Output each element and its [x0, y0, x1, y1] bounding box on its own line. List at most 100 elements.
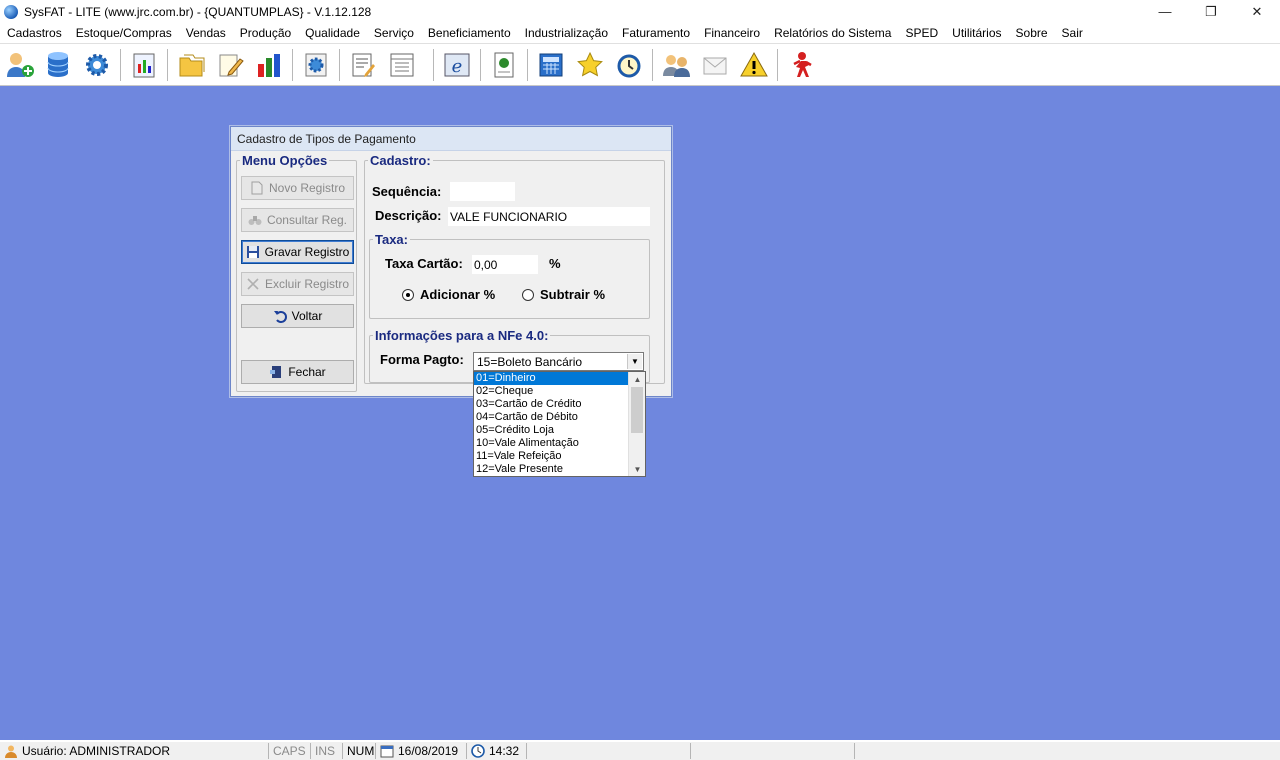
excluir-registro-label: Excluir Registro — [264, 277, 350, 291]
gear-page-icon[interactable] — [299, 48, 333, 82]
status-panel-empty-3 — [854, 743, 1148, 759]
time-label: 14:32 — [489, 744, 520, 758]
list-item[interactable]: 03=Cartão de Crédito — [474, 398, 629, 411]
chart-book-icon[interactable] — [127, 48, 161, 82]
minimize-button[interactable]: — — [1142, 0, 1188, 23]
star-icon[interactable] — [573, 48, 607, 82]
floppy-disk-icon — [246, 245, 260, 259]
menu-producao[interactable]: Produção — [240, 26, 291, 40]
menu-industrializacao[interactable]: Industrialização — [525, 26, 608, 40]
descricao-field[interactable]: VALE FUNCIONARIO — [448, 207, 650, 226]
scroll-up-icon[interactable]: ▲ — [629, 372, 645, 386]
gravar-registro-button[interactable]: Gravar Registro — [241, 240, 354, 264]
calendar-icon — [380, 744, 394, 758]
menu-options-legend: Menu Opções — [242, 153, 328, 168]
scroll-down-icon[interactable]: ▼ — [629, 462, 645, 476]
notepad-pencil-icon[interactable] — [213, 48, 247, 82]
adicionar-radio-dot — [402, 288, 414, 301]
new-document-icon — [250, 181, 264, 195]
taxa-cartao-field[interactable]: 0,00 — [472, 255, 538, 274]
svg-text:e: e — [452, 56, 463, 77]
adicionar-radio[interactable]: Adicionar % — [402, 287, 495, 302]
calculator-icon[interactable] — [534, 48, 568, 82]
restore-button[interactable]: ❐ — [1188, 0, 1234, 23]
menu-bar: Cadastros Estoque/Compras Vendas Produçã… — [0, 23, 1280, 43]
nfe-icon[interactable]: e — [440, 48, 474, 82]
menu-beneficiamento[interactable]: Beneficiamento — [428, 26, 511, 40]
list-document-icon[interactable] — [385, 48, 419, 82]
forma-pagto-dropdown: 01=Dinheiro 02=Cheque 03=Cartão de Crédi… — [473, 371, 646, 477]
forma-pagto-label: Forma Pagto: — [380, 352, 464, 367]
gravar-registro-label: Gravar Registro — [264, 245, 350, 259]
menu-servico[interactable]: Serviço — [374, 26, 414, 40]
list-item[interactable]: 01=Dinheiro — [474, 372, 629, 385]
close-button[interactable]: ✕ — [1234, 0, 1280, 23]
binoculars-icon — [248, 213, 262, 227]
menu-estoque-compras[interactable]: Estoque/Compras — [76, 26, 172, 40]
sequencia-field[interactable] — [450, 182, 515, 201]
dialog-title: Cadastro de Tipos de Pagamento — [231, 127, 671, 151]
list-item[interactable]: 10=Vale Alimentação — [474, 437, 629, 450]
list-item[interactable]: 05=Crédito Loja — [474, 424, 629, 437]
status-num: NUM — [342, 743, 375, 759]
fechar-button[interactable]: Fechar — [241, 360, 354, 384]
window-title: SysFAT - LITE (www.jrc.com.br) - {QUANTU… — [24, 4, 372, 19]
title-bar: SysFAT - LITE (www.jrc.com.br) - {QUANTU… — [0, 0, 1280, 23]
status-panel-empty-2 — [690, 743, 854, 759]
novo-registro-button[interactable]: Novo Registro — [241, 176, 354, 200]
menu-sair[interactable]: Sair — [1062, 26, 1083, 40]
edit-document-icon[interactable] — [346, 48, 380, 82]
document-cert-icon[interactable] — [487, 48, 521, 82]
user-icon — [4, 744, 18, 758]
exit-man-icon[interactable] — [784, 48, 818, 82]
voltar-button[interactable]: Voltar — [241, 304, 354, 328]
database-icon[interactable] — [41, 48, 75, 82]
menu-utilitarios[interactable]: Utilitários — [952, 26, 1001, 40]
menu-financeiro[interactable]: Financeiro — [704, 26, 760, 40]
app-globe-icon — [4, 4, 18, 19]
menu-sped[interactable]: SPED — [905, 26, 938, 40]
percent-label: % — [549, 256, 561, 271]
excluir-registro-button[interactable]: Excluir Registro — [241, 272, 354, 296]
consultar-label: Consultar Reg. — [266, 213, 348, 227]
dropdown-scrollbar[interactable]: ▲ ▼ — [628, 372, 645, 476]
status-caps: CAPS — [268, 743, 310, 759]
door-exit-icon — [269, 365, 283, 379]
status-panel-empty-1 — [526, 743, 690, 759]
list-item[interactable]: 12=Vale Presente — [474, 463, 629, 476]
warning-icon[interactable] — [737, 48, 771, 82]
chevron-down-icon[interactable]: ▼ — [627, 354, 642, 369]
subtrair-radio-dot — [522, 288, 534, 301]
taxa-group: Taxa: — [369, 232, 650, 319]
users-chat-icon[interactable] — [659, 48, 693, 82]
status-time: 14:32 — [466, 743, 526, 759]
status-ins: INS — [310, 743, 342, 759]
users-add-icon[interactable] — [3, 48, 37, 82]
status-date: 16/08/2019 — [375, 743, 466, 759]
clock-icon[interactable] — [612, 48, 646, 82]
envelope-icon[interactable] — [698, 48, 732, 82]
clock-icon — [471, 744, 485, 758]
gear-icon[interactable] — [80, 48, 114, 82]
menu-sobre[interactable]: Sobre — [1016, 26, 1048, 40]
subtrair-radio[interactable]: Subtrair % — [522, 287, 605, 302]
forma-pagto-select[interactable]: 15=Boleto Bancário ▼ — [473, 352, 644, 371]
menu-relatorios[interactable]: Relatórios do Sistema — [774, 26, 891, 40]
bar-chart-icon[interactable] — [252, 48, 286, 82]
menu-vendas[interactable]: Vendas — [186, 26, 226, 40]
scroll-thumb[interactable] — [631, 387, 643, 433]
consultar-button[interactable]: Consultar Reg. — [241, 208, 354, 232]
folders-icon[interactable] — [174, 48, 208, 82]
menu-cadastros[interactable]: Cadastros — [7, 26, 62, 40]
descricao-label: Descrição: — [375, 208, 442, 223]
list-item[interactable]: 11=Vale Refeição — [474, 450, 629, 463]
menu-faturamento[interactable]: Faturamento — [622, 26, 690, 40]
list-item[interactable]: 02=Cheque — [474, 385, 629, 398]
novo-registro-label: Novo Registro — [268, 181, 346, 195]
menu-qualidade[interactable]: Qualidade — [305, 26, 360, 40]
nfe-legend: Informações para a NFe 4.0: — [375, 328, 549, 343]
list-item[interactable]: 04=Cartão de Débito — [474, 411, 629, 424]
fechar-label: Fechar — [288, 365, 326, 379]
status-bar: Usuário: ADMINISTRADOR CAPS INS NUM 16/0… — [0, 742, 1280, 760]
sequencia-label: Sequência: — [372, 184, 442, 199]
